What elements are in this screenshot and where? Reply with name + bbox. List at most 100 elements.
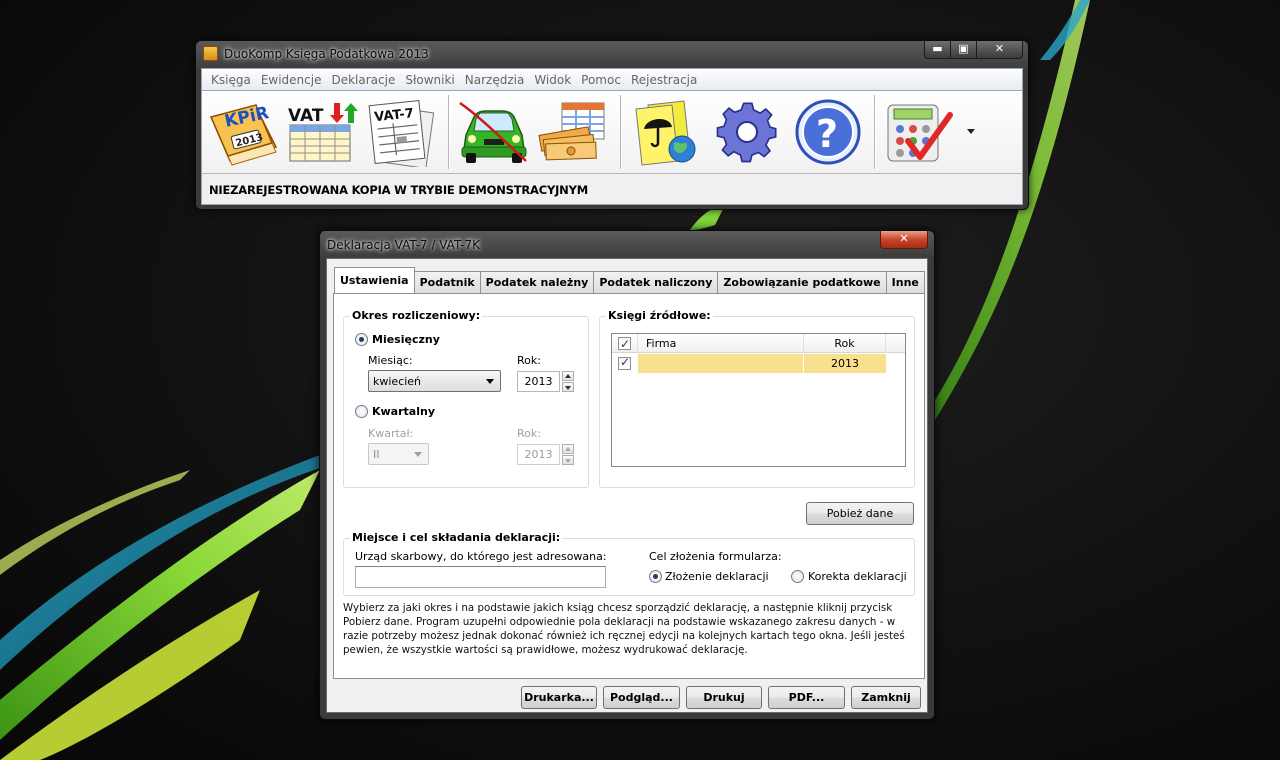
tab-strip: Ustawienia Podatnik Podatek należny Poda… xyxy=(334,267,925,293)
preview-button[interactable]: Podgląd... xyxy=(603,686,680,709)
year-spinner-value[interactable]: 2013 xyxy=(517,371,560,392)
place-purpose-label: Miejsce i cel składania deklaracji: xyxy=(350,531,563,544)
submit-declaration-label: Złożenie deklaracji xyxy=(665,570,769,583)
menu-pomoc[interactable]: Pomoc xyxy=(576,73,626,87)
vat-register-button[interactable]: VAT xyxy=(284,97,358,167)
main-toolbar: KPiR 2013 VAT VAT-7 ? xyxy=(201,91,1023,173)
app-icon xyxy=(203,46,218,61)
billing-period-group: Okres rozliczeniowy: Miesięczny Miesiąc:… xyxy=(343,309,589,488)
menu-deklaracje[interactable]: Deklaracje xyxy=(326,73,400,87)
printer-button[interactable]: Drukarka... xyxy=(521,686,597,709)
menu-bar: Księga Ewidencje Deklaracje Słowniki Nar… xyxy=(201,68,1023,91)
money-table-icon xyxy=(538,102,605,161)
spin-down-icon[interactable] xyxy=(562,382,574,392)
dialog-title: Deklaracja VAT-7 / VAT-7K xyxy=(327,238,481,252)
submit-declaration-radio[interactable] xyxy=(649,570,662,583)
tax-office-label: Urząd skarbowy, do którego jest adresowa… xyxy=(355,550,607,563)
vat-register-icon: VAT xyxy=(288,103,358,162)
dialog-body: Ustawienia Podatnik Podatek należny Poda… xyxy=(326,258,928,713)
form-purpose-label: Cel złożenia formularza: xyxy=(649,550,782,563)
quarter-label: Kwartał: xyxy=(368,427,414,440)
source-books-label: Księgi źródłowe: xyxy=(606,309,713,322)
quarterly-radio[interactable] xyxy=(355,405,368,418)
umbrella-globe-icon xyxy=(635,100,696,166)
tax-office-input[interactable] xyxy=(355,566,606,588)
cash-records-button[interactable] xyxy=(536,97,610,167)
tab-podatnik[interactable]: Podatnik xyxy=(413,271,481,293)
tab-inne[interactable]: Inne xyxy=(885,271,925,293)
table-row[interactable]: 2013 xyxy=(612,354,886,373)
toolbar-dropdown-arrow[interactable] xyxy=(967,129,975,134)
header-firma[interactable]: Firma xyxy=(638,334,804,353)
spin-up-icon xyxy=(562,444,574,454)
calculator-check-icon xyxy=(887,104,953,162)
dialog-window-controls: ✕ xyxy=(880,231,928,249)
print-button[interactable]: Drukuj xyxy=(686,686,762,709)
header-select-all-cell xyxy=(612,334,638,354)
header-rok[interactable]: Rok xyxy=(804,334,886,353)
month-label: Miesiąc: xyxy=(368,354,413,367)
status-bar: NIEZAREJESTROWANA KOPIA W TRYBIE DEMONST… xyxy=(201,173,1023,205)
tab-podatek-naliczony[interactable]: Podatek naliczony xyxy=(593,271,719,293)
monthly-label: Miesięczny xyxy=(372,333,440,346)
insurance-contributions-button[interactable] xyxy=(628,97,702,167)
fetch-data-button[interactable]: Pobież dane xyxy=(806,502,914,525)
menu-slowniki[interactable]: Słowniki xyxy=(400,73,459,87)
kpir-book-button[interactable]: KPiR 2013 xyxy=(206,97,280,167)
row-check-cell xyxy=(612,354,638,373)
menu-rejestracja[interactable]: Rejestracja xyxy=(626,73,702,87)
help-question-icon: ? xyxy=(795,99,861,165)
year-spinner[interactable]: 2013 xyxy=(517,371,574,392)
row-rok-cell: 2013 xyxy=(804,354,886,373)
pdf-button[interactable]: PDF... xyxy=(768,686,845,709)
close-dialog-button[interactable]: Zamknij xyxy=(851,686,921,709)
correction-declaration-label: Korekta deklaracji xyxy=(808,570,907,583)
menu-ewidencje[interactable]: Ewidencje xyxy=(256,73,327,87)
tab-ustawienia[interactable]: Ustawienia xyxy=(334,267,415,293)
grid-header: Firma Rok xyxy=(612,334,905,354)
menu-narzedzia[interactable]: Narzędzia xyxy=(460,73,530,87)
source-books-group: Księgi źródłowe: Firma Rok xyxy=(599,309,915,488)
instructions-text: Wybierz za jaki okres i na podstawie jak… xyxy=(343,602,905,656)
tab-zobowiazanie-podatkowe[interactable]: Zobowiązanie podatkowe xyxy=(717,271,887,293)
toolbar-separator xyxy=(620,95,622,169)
tab-podatek-nalezny[interactable]: Podatek należny xyxy=(479,271,595,293)
svg-text:?: ? xyxy=(816,112,838,156)
gear-icon xyxy=(716,102,777,163)
menu-widok[interactable]: Widok xyxy=(529,73,576,87)
row-firma-cell xyxy=(638,354,804,373)
vehicle-mileage-button[interactable] xyxy=(456,97,530,167)
close-button[interactable]: ✕ xyxy=(977,41,1023,59)
app-titlebar: DuoKomp Księga Podatkowa 2013 ▬ ▣ ✕ xyxy=(196,41,1028,67)
spin-down-icon xyxy=(562,455,574,465)
monthly-radio[interactable] xyxy=(355,333,368,346)
menu-ksiega[interactable]: Księga xyxy=(206,73,256,87)
settings-button[interactable] xyxy=(710,97,784,167)
billing-period-label: Okres rozliczeniowy: xyxy=(350,309,483,322)
tools-calculator-button[interactable] xyxy=(882,97,956,167)
year-label: Rok: xyxy=(517,354,541,367)
vat7-document-icon: VAT-7 xyxy=(368,99,435,169)
quarter-select-value: II xyxy=(373,448,380,461)
source-books-grid: Firma Rok 2013 xyxy=(611,333,906,467)
help-button[interactable]: ? xyxy=(792,97,866,167)
quarter-select: II xyxy=(368,443,429,465)
maximize-button[interactable]: ▣ xyxy=(951,41,977,59)
month-select-value: kwiecień xyxy=(373,375,422,388)
quarterly-label: Kwartalny xyxy=(372,405,435,418)
vat7-dialog: Deklaracja VAT-7 / VAT-7K ✕ Ustawienia P… xyxy=(319,230,935,720)
month-select[interactable]: kwiecień xyxy=(368,370,501,392)
minimize-button[interactable]: ▬ xyxy=(924,41,951,59)
green-car-icon xyxy=(459,101,527,163)
settings-tab-panel: Okres rozliczeniowy: Miesięczny Miesiąc:… xyxy=(333,293,925,679)
correction-declaration-radio[interactable] xyxy=(791,570,804,583)
vat-text: VAT xyxy=(288,106,324,126)
row-checkbox[interactable] xyxy=(618,355,631,370)
toolbar-separator xyxy=(874,95,876,169)
spin-up-icon[interactable] xyxy=(562,371,574,381)
toolbar-separator xyxy=(448,95,450,169)
select-all-checkbox[interactable] xyxy=(618,335,631,354)
main-app-window: DuoKomp Księga Podatkowa 2013 ▬ ▣ ✕ Księ… xyxy=(195,40,1029,210)
dialog-close-button[interactable]: ✕ xyxy=(880,231,928,249)
vat7-declaration-button[interactable]: VAT-7 xyxy=(364,97,438,169)
